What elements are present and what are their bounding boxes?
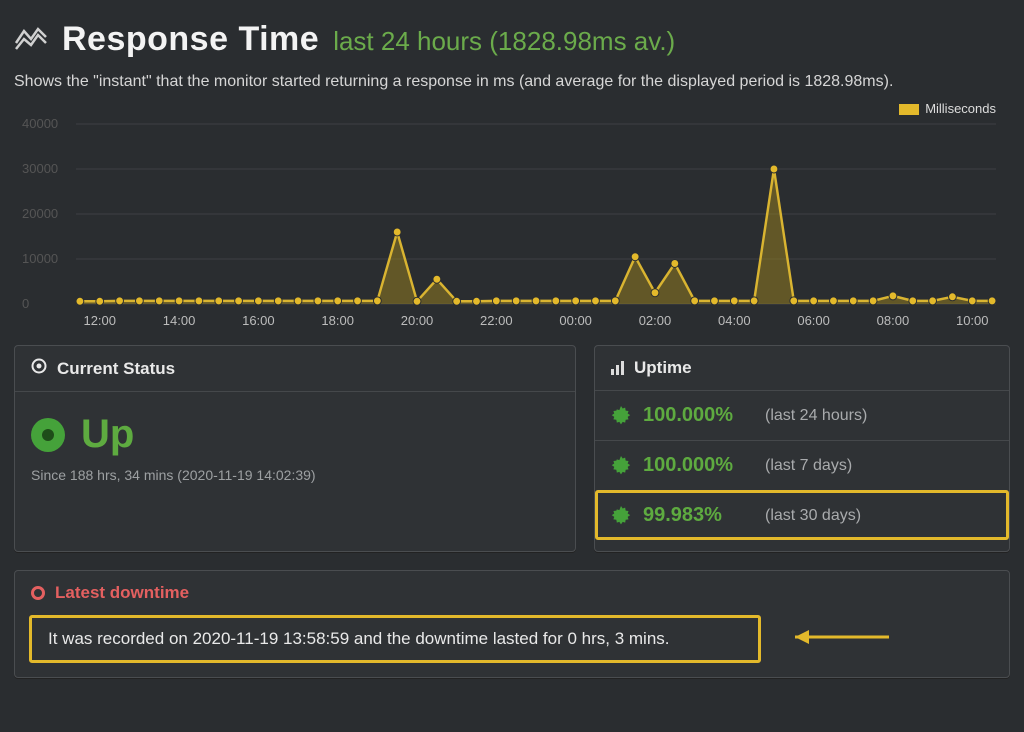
uptime-period: (last 7 days) [765,457,852,475]
chart-icon [14,25,48,55]
bars-icon [611,361,624,375]
x-tick: 14:00 [163,313,196,328]
x-tick: 06:00 [797,313,830,328]
status-state: Up [81,412,134,457]
chart-legend: Milliseconds [899,101,996,116]
page-description: Shows the "instant" that the monitor sta… [14,73,1010,91]
current-status-panel: Current Status Up Since 188 hrs, 34 mins… [14,345,576,552]
x-tick: 22:00 [480,313,513,328]
page-title: Response Time [62,20,319,59]
x-tick: 18:00 [321,313,354,328]
uptime-period: (last 30 days) [765,507,861,525]
y-tick: 0 [22,296,29,311]
x-tick: 12:00 [83,313,116,328]
uptime-row: 99.983% (last 30 days) [595,490,1009,540]
annotation-arrow-icon [781,625,891,653]
uptime-period: (last 24 hours) [765,407,867,425]
status-up-icon [31,418,65,452]
page-subtitle: last 24 hours (1828.98ms av.) [333,26,675,57]
target-icon [31,358,47,379]
uptime-percent: 100.000% [643,404,753,427]
downtime-message: It was recorded on 2020-11-19 13:58:59 a… [29,615,761,663]
x-tick: 16:00 [242,313,275,328]
uptime-row: 100.000% (last 24 hours) [595,391,1009,440]
x-tick: 20:00 [401,313,434,328]
y-tick: 30000 [22,161,58,176]
down-icon [31,586,45,600]
uptime-percent: 99.983% [643,504,753,527]
uptime-percent: 100.000% [643,454,753,477]
y-tick: 20000 [22,206,58,221]
status-since: Since 188 hrs, 34 mins (2020-11-19 14:02… [31,467,559,483]
panel-title: Uptime [634,358,692,378]
x-tick: 00:00 [559,313,592,328]
x-tick: 08:00 [877,313,910,328]
uptime-row: 100.000% (last 7 days) [595,440,1009,490]
panel-title: Latest downtime [55,583,189,603]
x-tick: 04:00 [718,313,751,328]
response-time-chart[interactable]: Milliseconds 0 10000 20000 30000 40000 12:00… [14,101,1010,337]
page-header: Response Time last 24 hours (1828.98ms a… [14,20,1010,59]
panel-title: Current Status [57,359,175,379]
y-tick: 40000 [22,116,58,131]
x-tick: 02:00 [639,313,672,328]
x-tick: 10:00 [956,313,989,328]
latest-downtime-panel: Latest downtime It was recorded on 2020-… [14,570,1010,678]
uptime-panel: Uptime 100.000% (last 24 hours) 100.000% (l… [594,345,1010,552]
y-tick: 10000 [22,251,58,266]
